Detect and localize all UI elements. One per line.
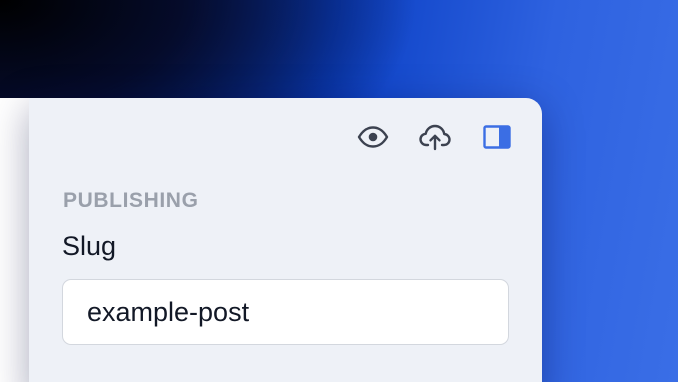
cloud-upload-icon xyxy=(419,124,451,151)
slug-label: Slug xyxy=(62,231,117,261)
section-title-publishing: PUBLISHING xyxy=(63,189,199,212)
toggle-sidebar-button[interactable] xyxy=(480,120,514,154)
panel-toolbar xyxy=(356,120,514,154)
preview-button[interactable] xyxy=(356,120,390,154)
publish-button[interactable] xyxy=(418,120,452,154)
sidebar-toggle-icon xyxy=(483,125,511,149)
eye-icon xyxy=(357,126,389,148)
slug-input[interactable] xyxy=(62,279,509,345)
adjacent-pane-edge xyxy=(0,98,29,382)
settings-panel: PUBLISHING Slug xyxy=(29,98,542,382)
